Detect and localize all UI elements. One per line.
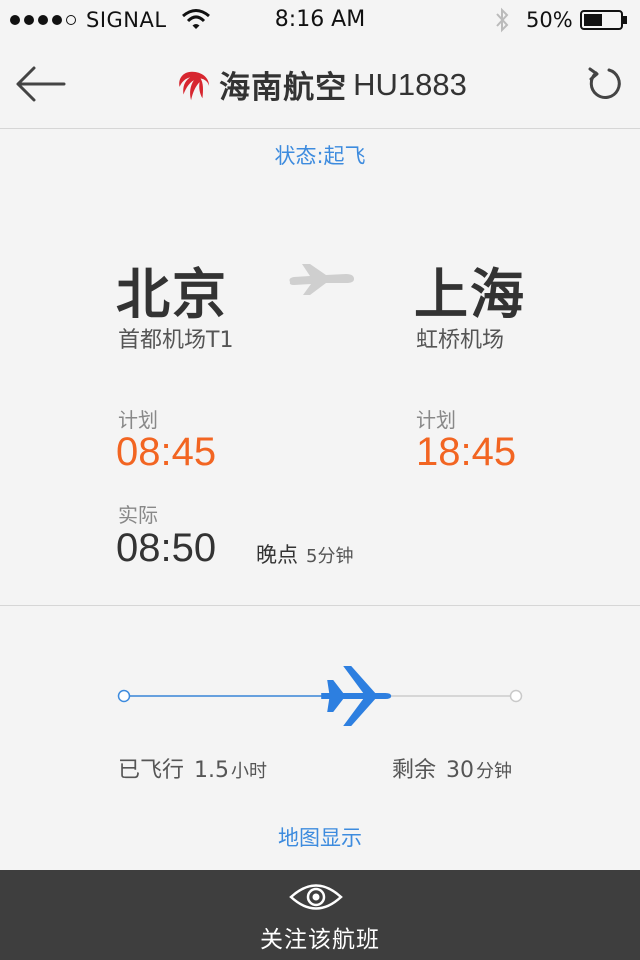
flight-status: 状态:起飞 [274,144,366,168]
flown-value: 1.5 [194,758,230,783]
delay-value: 5分钟 [306,546,354,567]
remaining-unit: 分钟 [476,761,513,782]
destination-node-icon [509,689,523,703]
airplane-progress-icon [321,666,392,726]
airplane-icon [289,264,354,295]
status-bar: SIGNAL 8:16 AM 50% [0,0,640,40]
departure-scheduled-label: 计划 [118,408,158,432]
departure-actual-time: 08:50 [116,526,217,570]
remaining-time: 剩余 30 分钟 [392,752,512,784]
eye-icon [289,884,343,910]
destination-airport: 虹桥机场 [416,328,505,353]
flight-number: HU1883 [353,66,467,102]
destination-city: 上海 [414,263,526,326]
flown-label: 已飞行 [118,758,185,783]
show-map-link[interactable]: 地图显示 [0,822,640,852]
follow-flight-label: 关注该航班 [260,927,380,953]
refresh-icon[interactable] [584,64,624,104]
delay-info: 晚点 5分钟 [256,539,353,569]
bluetooth-icon [496,7,509,33]
arrival-scheduled-time: 18:45 [416,430,517,474]
flown-time: 已飞行 1.5 小时 [118,752,267,784]
departure-actual-label: 实际 [118,503,158,527]
remaining-label: 剩余 [392,758,437,783]
nav-bar: 海南航空 HU1883 [0,40,640,129]
flown-unit: 小时 [231,761,268,782]
origin-node-icon [117,689,131,703]
remaining-value: 30 [446,758,475,783]
battery-icon [580,10,627,30]
hainan-airlines-logo [179,71,210,100]
nav-title: 海南航空 HU1883 [0,62,640,107]
departure-scheduled-time: 08:45 [116,430,217,474]
battery-percent: 50% [526,8,573,32]
arrival-scheduled-label: 计划 [416,408,456,432]
divider [0,605,640,606]
origin-airport: 首都机场T1 [118,328,234,353]
follow-flight-button[interactable]: 关注该航班 [0,870,640,960]
origin-city: 北京 [116,263,228,326]
delay-label: 晚点 [256,543,298,567]
flight-progress-bar [117,666,523,726]
airline-name: 海南航空 [219,70,348,106]
